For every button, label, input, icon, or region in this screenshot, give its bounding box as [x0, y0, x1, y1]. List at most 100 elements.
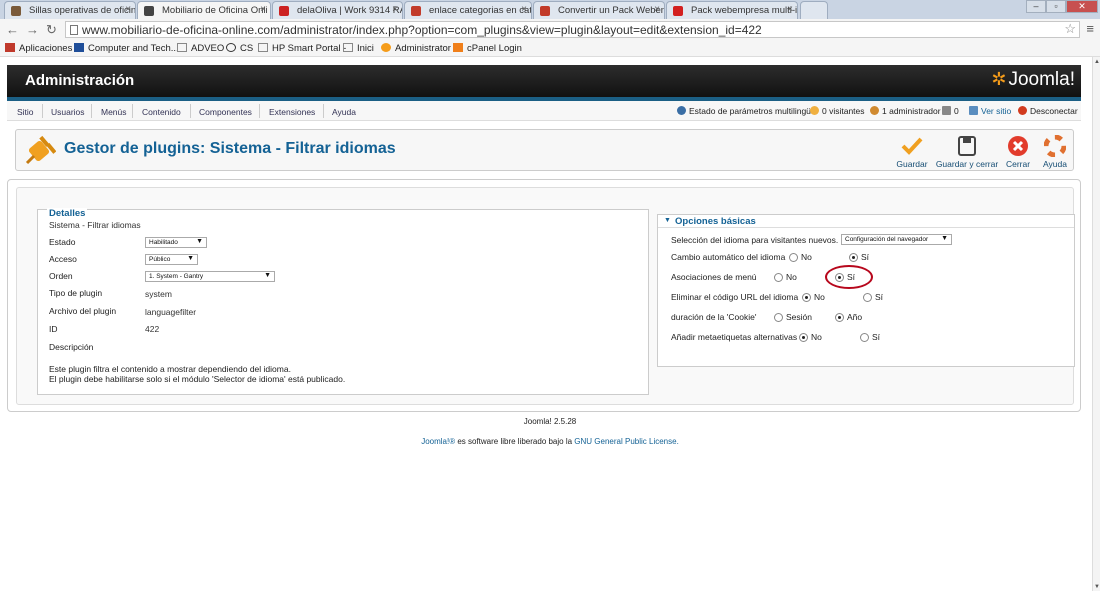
browser-tab[interactable]: Pack webempresa multi-i ×: [666, 1, 798, 19]
description-text: Este plugin filtra el contenido a mostra…: [49, 364, 345, 384]
page-icon: [258, 43, 268, 52]
cambio-no-radio[interactable]: [789, 253, 798, 262]
bookmark-hp[interactable]: HP Smart Portal -: [258, 43, 346, 54]
save-close-button[interactable]: Guardar y cerrar: [935, 135, 999, 169]
help-button[interactable]: Ayuda: [1041, 135, 1069, 169]
close-tab-icon[interactable]: ×: [260, 4, 266, 15]
archivo-label: Archivo del plugin: [49, 306, 117, 316]
close-button[interactable]: Cerrar: [1003, 135, 1033, 169]
menu-item-usuarios[interactable]: Usuarios: [51, 107, 85, 117]
orden-select[interactable]: 1. System - Gantry ▼: [145, 271, 275, 282]
menu-separator: [259, 104, 260, 118]
admin-title: Administración: [25, 72, 135, 89]
seleccion-value: Configuración del navegador: [845, 236, 929, 243]
browser-tab-bar: Sillas operativas de oficina × Mobiliari…: [0, 0, 1100, 20]
cambio-si-radio[interactable]: [849, 253, 858, 262]
bookmark-cs[interactable]: CS: [226, 43, 253, 54]
browser-tab[interactable]: enlace categorias en catal ×: [404, 1, 532, 19]
menu-item-contenido[interactable]: Contenido: [142, 107, 181, 117]
radio-label-no: No: [811, 332, 822, 342]
save-button[interactable]: Guardar: [894, 135, 930, 169]
page-icon: [177, 43, 187, 52]
bookmark-apps[interactable]: Aplicaciones: [5, 43, 72, 54]
tab-title: Pack webempresa multi-i: [691, 5, 798, 16]
bookmark-label: HP Smart Portal -: [272, 43, 347, 54]
browser-tab[interactable]: delaOliva | Work 9314 RA ×: [272, 1, 403, 19]
bookmark-star-icon[interactable]: ☆: [1064, 21, 1076, 37]
reload-icon[interactable]: ↻: [46, 22, 57, 38]
window-close-icon[interactable]: ✕: [1066, 0, 1098, 13]
eliminar-no-radio[interactable]: [802, 293, 811, 302]
minimize-icon[interactable]: –: [1026, 0, 1046, 13]
bookmark-administrator[interactable]: Administrator: [381, 43, 451, 54]
maximize-icon[interactable]: ▫: [1046, 0, 1066, 13]
basic-options-header[interactable]: ▼ Opciones básicas: [658, 215, 1074, 228]
plugin-icon: [25, 135, 56, 165]
version-footer: Joomla! 2.5.28: [523, 417, 577, 426]
bookmark-adveo[interactable]: ADVEO: [177, 43, 224, 54]
radio-label-no: No: [786, 272, 797, 282]
new-tab-button[interactable]: [800, 1, 828, 19]
close-circle-icon: [1008, 136, 1028, 156]
messages-status[interactable]: 0: [942, 106, 959, 116]
lifebuoy-icon: [1044, 135, 1066, 157]
browser-tab[interactable]: Convertir un Pack Webem ×: [533, 1, 665, 19]
menu-item-componentes[interactable]: Componentes: [199, 107, 252, 117]
estado-select[interactable]: Habilitado ▼: [145, 237, 207, 248]
browser-tab[interactable]: Sillas operativas de oficina ×: [4, 1, 136, 19]
gpl-link[interactable]: GNU General Public License.: [574, 437, 679, 446]
meta-no-radio[interactable]: [799, 333, 808, 342]
view-site-link[interactable]: Ver sitio: [969, 106, 1011, 116]
page-title: Gestor de plugins: Sistema - Filtrar idi…: [64, 140, 396, 157]
close-tab-icon[interactable]: ×: [521, 4, 527, 15]
dropdown-arrow-icon: ▼: [941, 235, 948, 242]
close-tab-icon[interactable]: ×: [392, 4, 398, 15]
logout-link[interactable]: Desconectar: [1018, 106, 1078, 116]
vertical-scrollbar[interactable]: ▲ ▼: [1092, 57, 1100, 591]
seleccion-label: Selección del idioma para visitantes nue…: [671, 235, 839, 245]
multilang-status[interactable]: Estado de parámetros multilingüe: [677, 106, 816, 116]
logo-text: Joomla!: [1008, 69, 1075, 90]
orden-value: 1. System - Gantry: [149, 273, 204, 280]
back-arrow-icon[interactable]: ←: [6, 22, 19, 37]
status-text: 0: [954, 106, 959, 116]
eliminar-si-radio[interactable]: [863, 293, 872, 302]
asociaciones-no-radio[interactable]: [774, 273, 783, 282]
acceso-select[interactable]: Público ▼: [145, 254, 198, 265]
scroll-down-icon[interactable]: ▼: [1094, 584, 1100, 590]
close-tab-icon[interactable]: ×: [654, 4, 660, 15]
menu-separator: [323, 104, 324, 118]
close-tab-icon[interactable]: ×: [787, 4, 793, 15]
chair-favicon-icon: [11, 6, 21, 16]
cookie-sesion-radio[interactable]: [774, 313, 783, 322]
forward-arrow-icon[interactable]: →: [26, 22, 39, 37]
cookie-ano-radio[interactable]: [835, 313, 844, 322]
estado-value: Habilitado: [149, 239, 178, 246]
bookmark-computer-tech[interactable]: Computer and Tech...: [74, 43, 179, 54]
orden-label: Orden: [49, 271, 73, 281]
help-label: Ayuda: [1043, 159, 1067, 169]
meta-si-radio[interactable]: [860, 333, 869, 342]
id-label: ID: [49, 324, 58, 334]
save-close-label: Guardar y cerrar: [935, 159, 999, 169]
details-fieldset: Detalles Sistema - Filtrar idiomas Estad…: [37, 208, 649, 395]
menu-item-menus[interactable]: Menús: [101, 107, 127, 117]
status-text: Estado de parámetros multilingüe: [689, 106, 816, 116]
menu-item-sitio[interactable]: Sitio: [17, 107, 34, 117]
bookmark-cpanel[interactable]: cPanel Login: [453, 43, 522, 54]
bookmark-inici[interactable]: Inici: [343, 43, 374, 54]
cookie-label: duración de la 'Cookie': [671, 312, 757, 322]
radio-label-no: No: [814, 292, 825, 302]
close-tab-icon[interactable]: ×: [125, 4, 131, 15]
seleccion-select[interactable]: Configuración del navegador ▼: [841, 234, 952, 245]
joomla-link[interactable]: Joomla!®: [421, 437, 455, 446]
main-content: Detalles Sistema - Filtrar idiomas Estad…: [7, 179, 1081, 412]
menu-item-ayuda[interactable]: Ayuda: [332, 107, 356, 117]
menu-item-extensiones[interactable]: Extensiones: [269, 107, 315, 117]
cs-icon: [226, 43, 236, 52]
url-input[interactable]: www.mobiliario-de-oficina-online.com/adm…: [65, 21, 1080, 38]
bookmark-label: Administrator: [395, 43, 451, 54]
browser-menu-icon[interactable]: ≡: [1086, 21, 1094, 36]
scroll-up-icon[interactable]: ▲: [1094, 59, 1100, 65]
browser-tab-active[interactable]: Mobiliario de Oficina Onli ×: [137, 1, 271, 20]
